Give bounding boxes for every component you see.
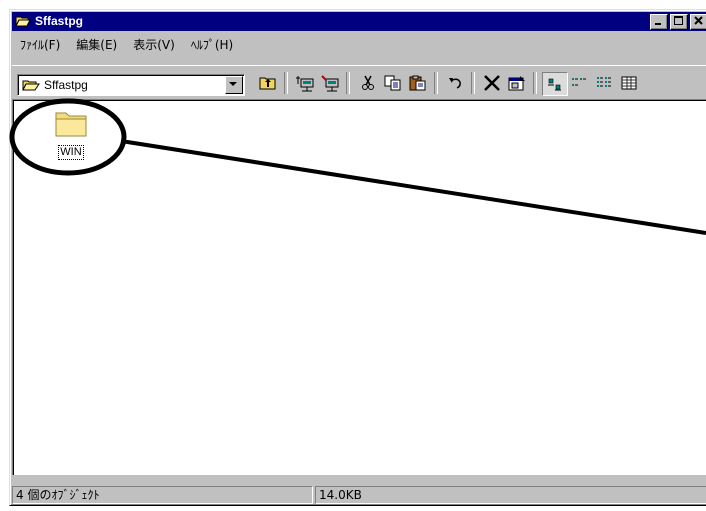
annotation-overlay: [9, 98, 706, 235]
highlight-circle: [9, 98, 127, 176]
callout-line: [120, 139, 706, 235]
